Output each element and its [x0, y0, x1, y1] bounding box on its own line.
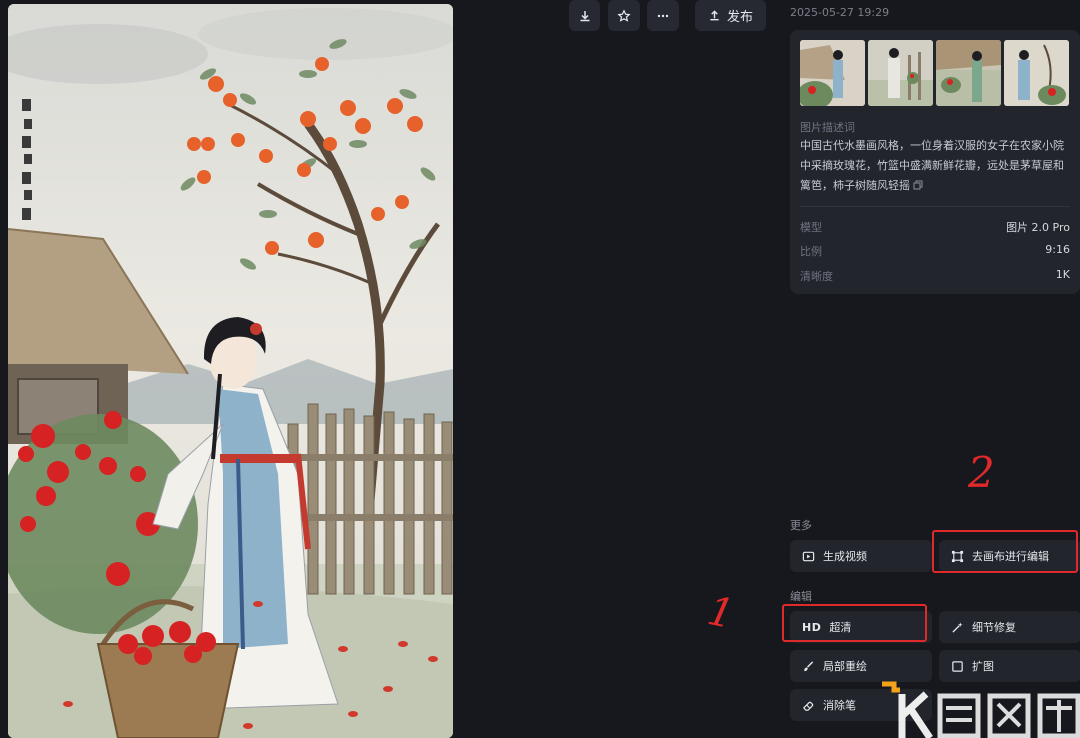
download-icon: [580, 10, 589, 21]
highlight-box-canvas: [932, 530, 1078, 573]
expand-icon: [952, 660, 963, 672]
section-more-label: 更多: [790, 519, 812, 532]
meta-value: 图片 2.0 Pro: [1006, 221, 1070, 234]
meta-key: 清晰度: [800, 270, 833, 283]
generate-video-button[interactable]: 生成视频: [790, 540, 932, 572]
star-icon: [617, 8, 631, 22]
ink-painting-image: [8, 4, 453, 738]
ellipsis-icon: [657, 14, 669, 17]
highlight-box-hd: [782, 604, 927, 642]
upload-icon: [710, 10, 719, 21]
thumbnail-1[interactable]: [800, 40, 865, 106]
thumbnail-4[interactable]: [1004, 40, 1069, 106]
prompt-description: 中国古代水墨画风格，一位身着汉服的女子在农家小院中采摘玫瑰花，竹篮中盛满新鲜花瓣…: [800, 136, 1068, 196]
generate-video-label: 生成视频: [823, 550, 867, 563]
description-label: 图片描述词: [800, 121, 855, 134]
meta-row-model: 模型 图片 2.0 Pro: [800, 219, 1070, 235]
meta-value: 1K: [1055, 268, 1070, 281]
watermark-icon: [882, 681, 1080, 738]
detail-repair-label: 细节修复: [972, 621, 1016, 634]
thumbnail-2[interactable]: [868, 40, 933, 106]
magic-wand-icon: [952, 621, 963, 633]
page: 发布 2025-05-27 19:29 图片描述词 中国古代水墨画风格，一位身着…: [0, 0, 1080, 738]
prompt-text: 中国古代水墨画风格，一位身着汉服的女子在农家小院中采摘玫瑰花，竹篮中盛满新鲜花瓣…: [800, 139, 1064, 192]
detail-repair-button[interactable]: 细节修复: [939, 611, 1080, 643]
thumbnail-3[interactable]: [936, 40, 1001, 106]
eraser-label: 消除笔: [823, 699, 856, 712]
image-info-card: 图片描述词 中国古代水墨画风格，一位身着汉服的女子在农家小院中采摘玫瑰花，竹篮中…: [790, 30, 1080, 294]
publish-label: 发布: [726, 10, 753, 25]
publish-button[interactable]: 发布: [695, 0, 766, 31]
video-icon: [802, 551, 815, 561]
expand-label: 扩图: [972, 660, 994, 673]
download-button[interactable]: [569, 0, 600, 31]
creation-timestamp: 2025-05-27 19:29: [790, 6, 890, 19]
annotation-number-2: 2: [968, 448, 995, 497]
brush-icon: [804, 660, 814, 671]
more-options-button[interactable]: [647, 0, 679, 31]
thumbnail-strip: [800, 40, 1069, 106]
meta-row-resolution: 清晰度 1K: [800, 268, 1070, 284]
meta-value: 9:16: [1045, 243, 1070, 256]
inpaint-label: 局部重绘: [823, 660, 867, 673]
eraser-icon: [803, 701, 814, 711]
section-edit-label: 编辑: [790, 590, 812, 603]
watermark-logo: [880, 676, 1080, 738]
meta-key: 比例: [800, 245, 822, 258]
info-divider: [800, 206, 1070, 207]
meta-key: 模型: [800, 221, 822, 234]
favorite-button[interactable]: [608, 0, 640, 31]
annotation-number-1: 1: [703, 587, 738, 639]
generated-image[interactable]: [8, 4, 453, 738]
meta-row-ratio: 比例 9:16: [800, 243, 1070, 259]
copy-icon[interactable]: [913, 180, 923, 190]
